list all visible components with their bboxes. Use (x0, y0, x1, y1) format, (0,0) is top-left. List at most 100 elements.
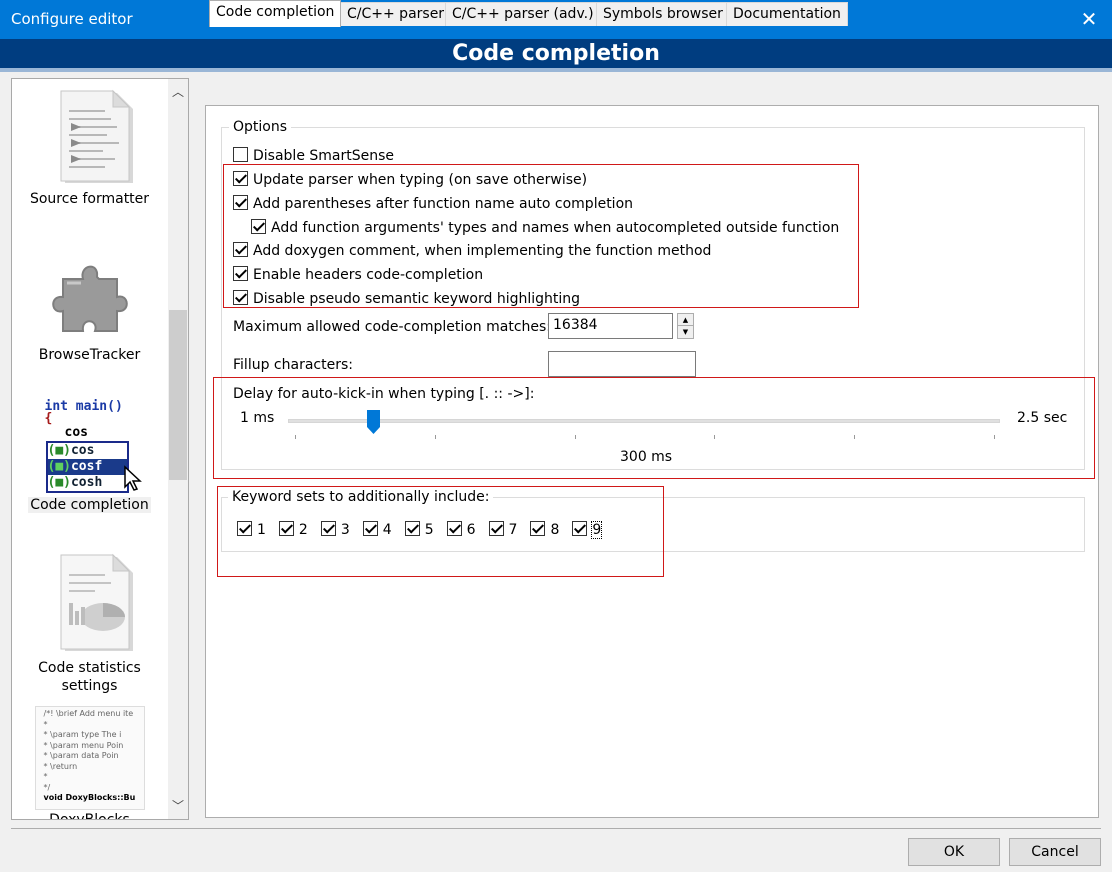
slider-tick (295, 435, 296, 439)
checkbox-label: Add function arguments' types and names … (271, 220, 840, 236)
add-function-arguments-checkbox[interactable]: Add function arguments' types and names … (251, 219, 839, 236)
checkbox-box[interactable] (233, 171, 248, 186)
disable-smartsense-checkbox[interactable]: Disable SmartSense (233, 147, 394, 164)
code-statistics-icon (60, 553, 133, 651)
keyword-set-checkbox[interactable]: 8 (530, 521, 559, 538)
doxy-line: * (43, 772, 48, 781)
checkbox-box[interactable] (572, 521, 588, 536)
sidebar-item-browsetracker[interactable]: BrowseTracker (12, 251, 167, 363)
mouse-cursor-icon (123, 465, 142, 491)
suggestion-item: cosf (70, 459, 103, 474)
max-matches-input[interactable]: 16384 (548, 313, 673, 339)
keyword-sets-row: 1 2 3 4 5 6 7 8 9 (237, 521, 614, 539)
checkbox-box[interactable] (278, 521, 294, 536)
checkbox-box[interactable] (233, 195, 248, 210)
puzzle-piece-icon (51, 265, 128, 332)
suggestion-item: cosh (70, 475, 103, 490)
max-matches-label: Maximum allowed code-completion matches: (233, 319, 552, 335)
doxy-line: /*! \brief Add menu ite (43, 709, 134, 718)
slider-tick (714, 435, 715, 439)
page-title: Code completion (0, 39, 1112, 68)
checkbox-box[interactable] (233, 290, 248, 305)
update-parser-checkbox[interactable]: Update parser when typing (on save other… (233, 171, 587, 188)
checkbox-box[interactable] (251, 219, 266, 234)
keyword-set-checkbox[interactable]: 1 (237, 521, 266, 538)
checkbox-box[interactable] (362, 521, 378, 536)
checkbox-box[interactable] (488, 521, 504, 536)
checkbox-box[interactable] (404, 521, 420, 536)
slider-tick (854, 435, 855, 439)
checkbox-box[interactable] (233, 147, 248, 162)
checkbox-label: 1 (257, 522, 266, 538)
delay-max-label: 2.5 sec (1017, 410, 1068, 426)
checkbox-box[interactable] (233, 266, 248, 281)
tab-code-completion[interactable]: Code completion (209, 0, 342, 27)
sidebar-scrollbar[interactable]: ︿ ﹀ (168, 79, 188, 819)
code-typed-text: cos (64, 425, 88, 440)
keyword-sets-title: Keyword sets to additionally include: (228, 489, 494, 505)
sidebar-item-label: DoxyBlocks (49, 812, 130, 820)
sidebar-item-code-statistics[interactable]: Code statistics settings (12, 553, 167, 695)
settings-category-list[interactable]: Source formatter BrowseTracker int main(… (11, 78, 189, 820)
tab-documentation[interactable]: Documentation (726, 2, 848, 26)
keyword-set-checkbox[interactable]: 2 (278, 521, 308, 538)
slider-tick (994, 435, 995, 439)
disable-pseudo-semantic-checkbox[interactable]: Disable pseudo semantic keyword highligh… (233, 290, 580, 307)
close-icon[interactable]: ✕ (1066, 0, 1112, 39)
keyword-set-checkbox[interactable]: 7 (488, 521, 518, 538)
checkbox-label: 6 (466, 522, 476, 538)
scroll-up-icon[interactable]: ︿ (168, 81, 188, 103)
spin-up-icon[interactable]: ▲ (678, 314, 693, 326)
add-doxygen-comment-checkbox[interactable]: Add doxygen comment, when implementing t… (233, 242, 711, 259)
add-parentheses-checkbox[interactable]: Add parentheses after function name auto… (233, 195, 633, 212)
checkbox-box[interactable] (446, 521, 462, 536)
code-completion-icon: int main() { cos (■)cos (■)cosf (■)cosh (35, 397, 145, 497)
checkbox-label: Disable SmartSense (253, 148, 395, 164)
slider-tick (575, 435, 576, 439)
delay-label: Delay for auto-kick-in when typing [. ::… (233, 386, 535, 402)
keyword-set-checkbox[interactable]: 5 (404, 521, 434, 538)
cancel-button[interactable]: Cancel (1009, 838, 1101, 866)
max-matches-spinner[interactable]: ▲ ▼ (677, 313, 694, 339)
checkbox-label: 5 (424, 522, 434, 538)
tab-cpp-parser-adv[interactable]: C/C++ parser (adv.) (445, 2, 601, 26)
fillup-characters-label: Fillup characters: (233, 357, 353, 373)
suggestion-item: cos (70, 443, 95, 458)
options-group-title: Options (229, 119, 292, 135)
checkbox-box[interactable] (320, 521, 336, 536)
delay-slider-track[interactable] (288, 419, 1000, 423)
doxy-line: */ (43, 782, 51, 792)
checkbox-label: Add parentheses after function name auto… (253, 196, 634, 212)
code-keyword-text: int main() (44, 399, 123, 414)
sidebar-item-source-formatter[interactable]: Source formatter (12, 89, 167, 207)
delay-current-value: 300 ms (620, 449, 673, 465)
scroll-thumb[interactable] (169, 310, 187, 480)
enable-headers-completion-checkbox[interactable]: Enable headers code-completion (233, 266, 483, 283)
doxy-line: * \param data Poin (43, 751, 119, 760)
sidebar-item-doxyblocks[interactable]: /*! \brief Add menu ite * * \param type … (12, 706, 167, 820)
spin-down-icon[interactable]: ▼ (678, 326, 693, 338)
checkbox-label: 8 (550, 522, 560, 538)
scroll-down-icon[interactable]: ﹀ (168, 795, 188, 817)
keyword-set-checkbox[interactable]: 9 (572, 521, 603, 539)
checkbox-box[interactable] (233, 242, 248, 257)
sidebar-item-code-completion[interactable]: int main() { cos (■)cos (■)cosf (■)cosh … (12, 397, 167, 513)
keyword-set-checkbox[interactable]: 4 (362, 521, 392, 538)
source-formatter-icon (60, 89, 133, 183)
fillup-characters-input[interactable] (548, 351, 696, 377)
checkbox-label: 3 (340, 522, 350, 538)
checkbox-label: 7 (508, 522, 518, 538)
checkbox-box[interactable] (530, 521, 546, 536)
keyword-set-checkbox[interactable]: 3 (320, 521, 350, 538)
doxy-line: * \param menu Poin (43, 740, 124, 750)
tab-symbols-browser[interactable]: Symbols browser (596, 2, 730, 26)
checkbox-label: Add doxygen comment, when implementing t… (253, 243, 712, 259)
checkbox-label: Update parser when typing (on save other… (253, 172, 588, 188)
ok-button[interactable]: OK (908, 838, 1000, 866)
keyword-set-checkbox[interactable]: 6 (446, 521, 476, 538)
checkbox-box[interactable] (237, 521, 252, 536)
doxy-line: void DoxyBlocks::Bu (43, 793, 136, 802)
checkbox-label: 2 (298, 522, 308, 538)
tab-cpp-parser[interactable]: C/C++ parser (340, 2, 452, 26)
delay-slider-thumb[interactable] (367, 410, 381, 434)
